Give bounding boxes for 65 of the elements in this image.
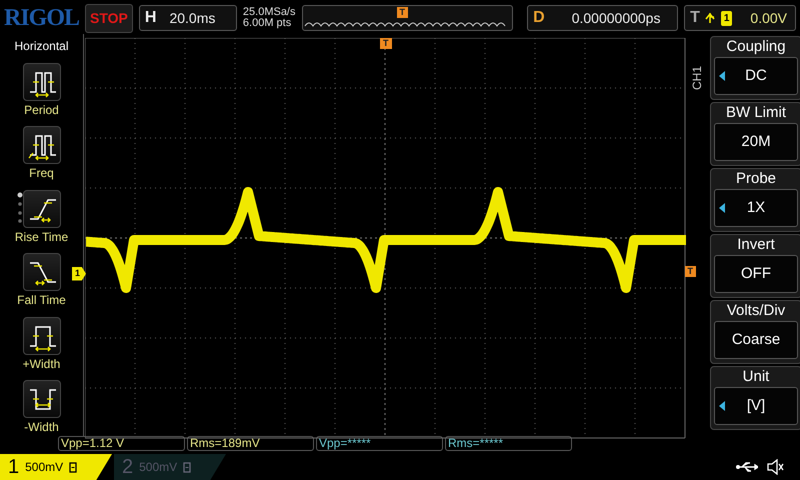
softkey-title: Unit: [742, 367, 770, 387]
measurement-readout: Vpp=*****: [316, 436, 443, 451]
trigger-level: 0.00V: [749, 8, 788, 28]
menu-label: -Width: [24, 419, 59, 436]
menu-softkey[interactable]: Invert OFF: [710, 234, 800, 298]
menu-label: Rise Time: [14, 228, 68, 246]
sample-rate: 25.0MSa/s: [242, 7, 296, 18]
menu-label: +Width: [22, 356, 60, 372]
menu-label: Fall Time: [17, 292, 66, 309]
page-indicator-icon: [16, 192, 23, 224]
softkey-value: [V]: [714, 387, 798, 425]
menu-softkey[interactable]: Volts/Div Coarse: [710, 300, 800, 364]
memory-depth: 6.00M pts: [242, 18, 292, 29]
menu-softkey[interactable]: BW Limit 20M: [710, 102, 800, 166]
softkey-title: Invert: [736, 235, 776, 255]
measure-button[interactable]: [22, 190, 60, 228]
softkey-title: Volts/Div: [726, 301, 786, 321]
measure-button[interactable]: [22, 126, 60, 164]
brand-logo: RIGOL: [4, 4, 80, 32]
timebase-label: H: [144, 8, 158, 28]
softkey-title: Probe: [734, 169, 778, 189]
timebase-box[interactable]: H 20.0ms: [138, 5, 237, 31]
menu-label: Period: [24, 102, 59, 118]
run-stop-button[interactable]: STOP: [85, 4, 133, 32]
softkey-value: OFF: [714, 255, 798, 293]
menu-softkey[interactable]: Unit [V]: [710, 366, 800, 430]
delay-label: D: [532, 8, 546, 28]
measure-button[interactable]: [22, 253, 60, 291]
menu-title: Horizontal: [13, 38, 70, 55]
softkey-title: BW Limit: [725, 103, 787, 123]
delay-box[interactable]: D 0.00000000ps: [527, 5, 678, 31]
channel-scale: 500mV: [25, 459, 64, 476]
channel-scale: 500mV: [139, 459, 178, 476]
measurement-readout: Rms=*****: [445, 436, 572, 451]
rising-edge-icon: [704, 11, 715, 25]
channel-marker: 1: [72, 267, 86, 280]
probe-icon: [183, 462, 192, 472]
trigger-label: T: [689, 8, 701, 28]
measure-button[interactable]: [22, 316, 60, 354]
channel-number: 2: [122, 455, 134, 480]
channel-label: CH1: [689, 66, 705, 90]
probe-icon: [69, 462, 78, 472]
speaker-muted-icon: [766, 459, 784, 475]
trigger-level-marker: T: [684, 266, 696, 277]
measurement-readout: Vpp=1.12 V: [58, 436, 185, 451]
measure-button[interactable]: [22, 380, 60, 418]
channel-number: 1: [8, 455, 20, 480]
softkey-value: Coarse: [714, 321, 798, 359]
trigger-source: 1: [720, 10, 732, 26]
delay-value: 0.00000000ps: [570, 8, 662, 28]
measure-button[interactable]: [22, 62, 60, 100]
timebase-value: 20.0ms: [168, 8, 216, 28]
menu-softkey[interactable]: Probe 1X: [710, 168, 800, 232]
softkey-title: Coupling: [725, 37, 787, 57]
measurement-readout: Rms=189mV: [187, 436, 314, 451]
softkey-value: DC: [714, 57, 798, 95]
trigger-box[interactable]: T 1 0.00V: [684, 5, 796, 31]
usb-icon: [736, 461, 758, 473]
softkey-value: 1X: [714, 189, 798, 227]
menu-softkey[interactable]: Coupling DC: [710, 36, 800, 100]
channel-tab[interactable]: 1 500mV: [0, 454, 112, 480]
trigger-position-marker: T: [396, 7, 408, 18]
menu-label: Freq: [29, 165, 54, 182]
softkey-value: 20M: [714, 123, 798, 161]
trigger-position-marker: T: [380, 38, 392, 49]
